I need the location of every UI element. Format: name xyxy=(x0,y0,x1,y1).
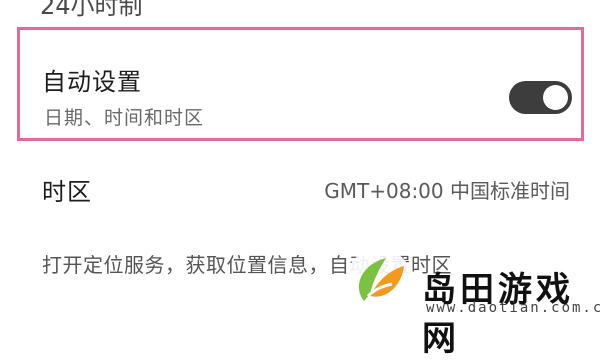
previous-row-label: 24小时制 xyxy=(40,0,143,20)
auto-setting-subtitle: 日期、时间和时区 xyxy=(44,107,205,129)
watermark: 岛田游戏网 www.daotian.com.cn xyxy=(330,238,600,359)
leaf-swirl-logo-icon xyxy=(346,248,412,314)
toggle-knob xyxy=(543,85,568,110)
timezone-value[interactable]: GMT+08:00 中国标准时间 xyxy=(324,175,570,204)
watermark-url: www.daotian.com.cn xyxy=(426,300,600,316)
auto-setting-toggle[interactable] xyxy=(509,81,572,114)
timezone-label[interactable]: 时区 xyxy=(42,172,92,207)
auto-setting-title: 自动设置 xyxy=(42,68,142,96)
